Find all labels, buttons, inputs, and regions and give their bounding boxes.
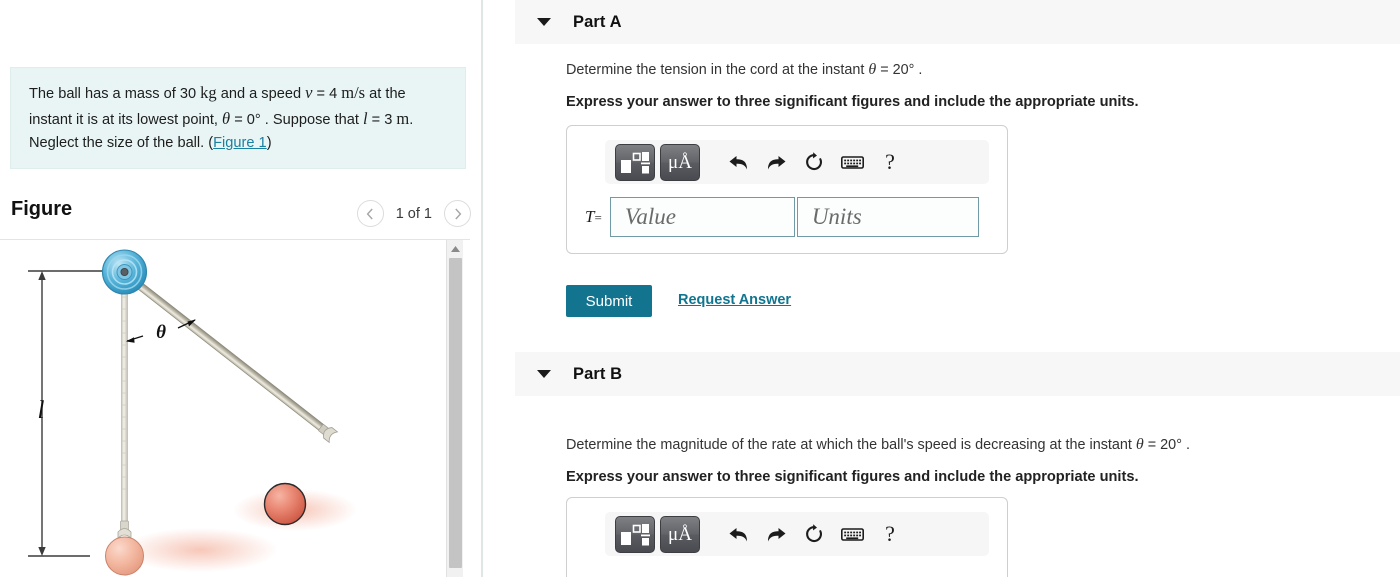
question-mark-icon[interactable]: ?	[871, 145, 909, 179]
part-a-header[interactable]: Part A	[515, 0, 1400, 44]
figure-prev-button[interactable]	[356, 200, 384, 227]
figure-page-count: 1 of 1	[395, 205, 432, 222]
part-b-header[interactable]: Part B	[515, 352, 1400, 396]
redo-glyph	[767, 155, 785, 169]
triangle-up-icon	[451, 245, 460, 252]
keyboard-glyph	[840, 155, 864, 169]
micro-angstrom-units-icon[interactable]: μÅ	[660, 143, 700, 181]
reset-circular-arrow-icon[interactable]	[795, 145, 833, 179]
part-a-field-row: T= Value Units	[585, 197, 989, 237]
problem-text-6: = 3	[367, 111, 397, 128]
pendulum-diagram: l θ	[28, 249, 357, 576]
answer-equals: =	[594, 210, 602, 225]
reset-glyph	[806, 152, 822, 171]
arrowhead-up	[38, 271, 46, 280]
undo-glyph	[729, 155, 747, 169]
part-b-question-prefix: Determine the magnitude of the rate at w…	[566, 437, 1136, 453]
variable-theta: θ	[222, 108, 231, 128]
pivot-pulley-icon	[101, 249, 148, 295]
figure-panel-edge	[463, 240, 471, 577]
undo-arrow-icon[interactable]	[719, 145, 757, 179]
label-angle-theta: θ	[156, 322, 166, 343]
redo-arrow-icon[interactable]	[757, 145, 795, 179]
part-b-question: Determine the magnitude of the rate at w…	[566, 436, 1190, 454]
chevron-left-icon	[366, 208, 373, 219]
micro-angstrom-label: μÅ	[668, 151, 692, 173]
problem-text-2: and a speed	[216, 86, 306, 102]
math-template-glyph	[621, 523, 650, 545]
micro-angstrom-label: μÅ	[668, 523, 692, 545]
unit-kg: kg	[200, 83, 217, 102]
keyboard-glyph	[840, 527, 864, 541]
figure-scroll-up-button[interactable]	[447, 240, 464, 257]
figure-navigation: 1 of 1	[356, 200, 471, 227]
part-b-question-suffix: = 20° .	[1143, 437, 1190, 453]
part-a-instruction: Express your answer to three significant…	[566, 94, 1139, 110]
caret-down-icon[interactable]	[537, 370, 551, 378]
math-template-glyph	[621, 151, 650, 173]
redo-arrow-icon[interactable]	[757, 517, 795, 551]
part-a-answer-box: μÅ ? T= Value Units	[566, 125, 1008, 254]
problem-text-8: )	[266, 134, 272, 151]
redo-glyph	[767, 527, 785, 541]
undo-glyph	[729, 527, 747, 541]
part-a-question-suffix: = 20° .	[876, 62, 923, 78]
figure-scrollbar[interactable]	[446, 240, 464, 577]
part-a-units-input[interactable]: Units	[796, 197, 979, 237]
math-template-icon[interactable]	[615, 143, 655, 181]
part-a-question-prefix: Determine the tension in the cord at the…	[566, 62, 869, 78]
right-panel: Part A Determine the tension in the cord…	[483, 0, 1400, 577]
undo-arrow-icon[interactable]	[719, 517, 757, 551]
vertical-cord	[121, 273, 128, 525]
math-template-icon[interactable]	[615, 515, 655, 553]
part-b-label: Part B	[573, 364, 623, 383]
part-b-toolbar: μÅ ?	[605, 512, 989, 556]
part-a-answer-label: T=	[585, 207, 602, 227]
left-panel: The ball has a mass of 30 kg and a speed…	[0, 0, 483, 577]
arrowhead-down	[38, 547, 46, 556]
figure-panel-title: Figure	[11, 198, 73, 220]
help-label: ?	[885, 521, 895, 546]
figure-scrollbar-thumb[interactable]	[449, 258, 462, 568]
ball-at-lowest-point	[105, 520, 144, 576]
help-label: ?	[885, 149, 895, 174]
label-length-l: l	[38, 397, 45, 424]
unit-m: m	[396, 108, 410, 128]
figure-next-button[interactable]	[444, 200, 471, 227]
question-mark-icon[interactable]: ?	[871, 517, 909, 551]
reset-circular-arrow-icon[interactable]	[795, 517, 833, 551]
angled-cord	[122, 270, 328, 434]
problem-text-5: = 0° . Suppose that	[230, 111, 363, 128]
part-a-submit-button[interactable]: Submit	[566, 285, 652, 317]
problem-statement: The ball has a mass of 30 kg and a speed…	[10, 67, 466, 170]
part-b-instruction: Express your answer to three significant…	[566, 469, 1139, 485]
caret-down-icon[interactable]	[537, 18, 551, 26]
part-a-label: Part A	[573, 12, 622, 31]
problem-text-3: = 4	[312, 86, 342, 102]
problem-page: The ball has a mass of 30 kg and a speed…	[0, 0, 1400, 577]
motion-blur-lower	[122, 528, 278, 572]
part-a-value-input[interactable]: Value	[609, 197, 795, 237]
part-a-toolbar: μÅ ?	[605, 140, 989, 184]
part-a-question: Determine the tension in the cord at the…	[566, 61, 922, 79]
chevron-right-icon	[454, 208, 461, 219]
angle-arc	[125, 344, 171, 358]
part-b-theta: θ	[1135, 436, 1144, 453]
keyboard-icon[interactable]	[833, 145, 871, 179]
part-a-value-placeholder: Value	[624, 204, 676, 229]
part-b-answer-box: μÅ ?	[566, 497, 1008, 577]
unit-m-per-s: m/s	[341, 83, 366, 102]
part-a-request-answer-link[interactable]: Request Answer	[678, 292, 791, 308]
figure-1-link[interactable]: Figure 1	[213, 135, 267, 151]
part-a-units-placeholder: Units	[811, 204, 862, 229]
keyboard-icon[interactable]	[833, 517, 871, 551]
micro-angstrom-units-icon[interactable]: μÅ	[660, 515, 700, 553]
reset-glyph	[806, 524, 822, 543]
figure-image-viewport[interactable]: l θ	[0, 240, 445, 577]
problem-text-1: The ball has a mass of 30	[29, 86, 201, 102]
